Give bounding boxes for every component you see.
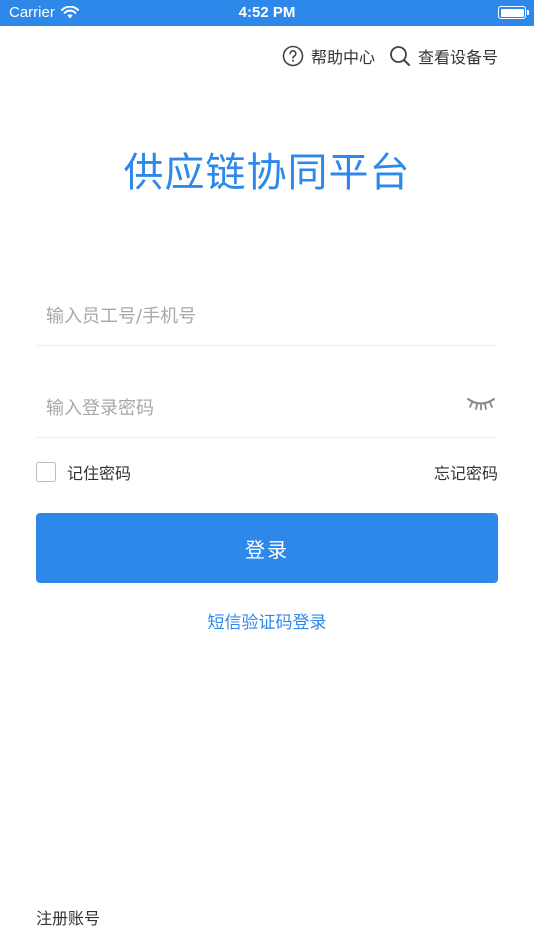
page-title: 供应链协同平台 [123,150,411,196]
help-center-label: 帮助中心 [310,48,375,67]
eye-closed-icon[interactable] [466,394,496,414]
account-input[interactable] [46,288,446,344]
top-links: 帮助中心 查看设备号 [282,44,498,68]
forgot-password-link[interactable]: 忘记密码 [434,460,498,484]
password-input[interactable] [46,380,446,436]
account-field [36,288,498,346]
battery-icon [498,6,529,19]
login-button[interactable]: 登录 [36,513,498,583]
view-device-id-link[interactable]: 查看设备号 [389,44,498,68]
register-account-link[interactable]: 注册账号 [36,905,100,929]
help-circle-icon [282,45,304,67]
password-field [36,380,498,438]
remember-password-checkbox[interactable] [36,462,56,482]
view-device-id-label: 查看设备号 [417,48,498,67]
remember-password-label: 记住密码 [67,464,132,483]
search-icon [390,46,410,66]
remember-row: 记住密码 忘记密码 [36,459,498,485]
remember-password-toggle[interactable]: 记住密码 [36,460,131,484]
help-center-link[interactable]: 帮助中心 [282,44,375,68]
status-bar: Carrier 4:52 PM [0,0,534,26]
sms-login-link[interactable]: 短信验证码登录 [0,608,534,633]
status-time: 4:52 PM [238,4,296,21]
